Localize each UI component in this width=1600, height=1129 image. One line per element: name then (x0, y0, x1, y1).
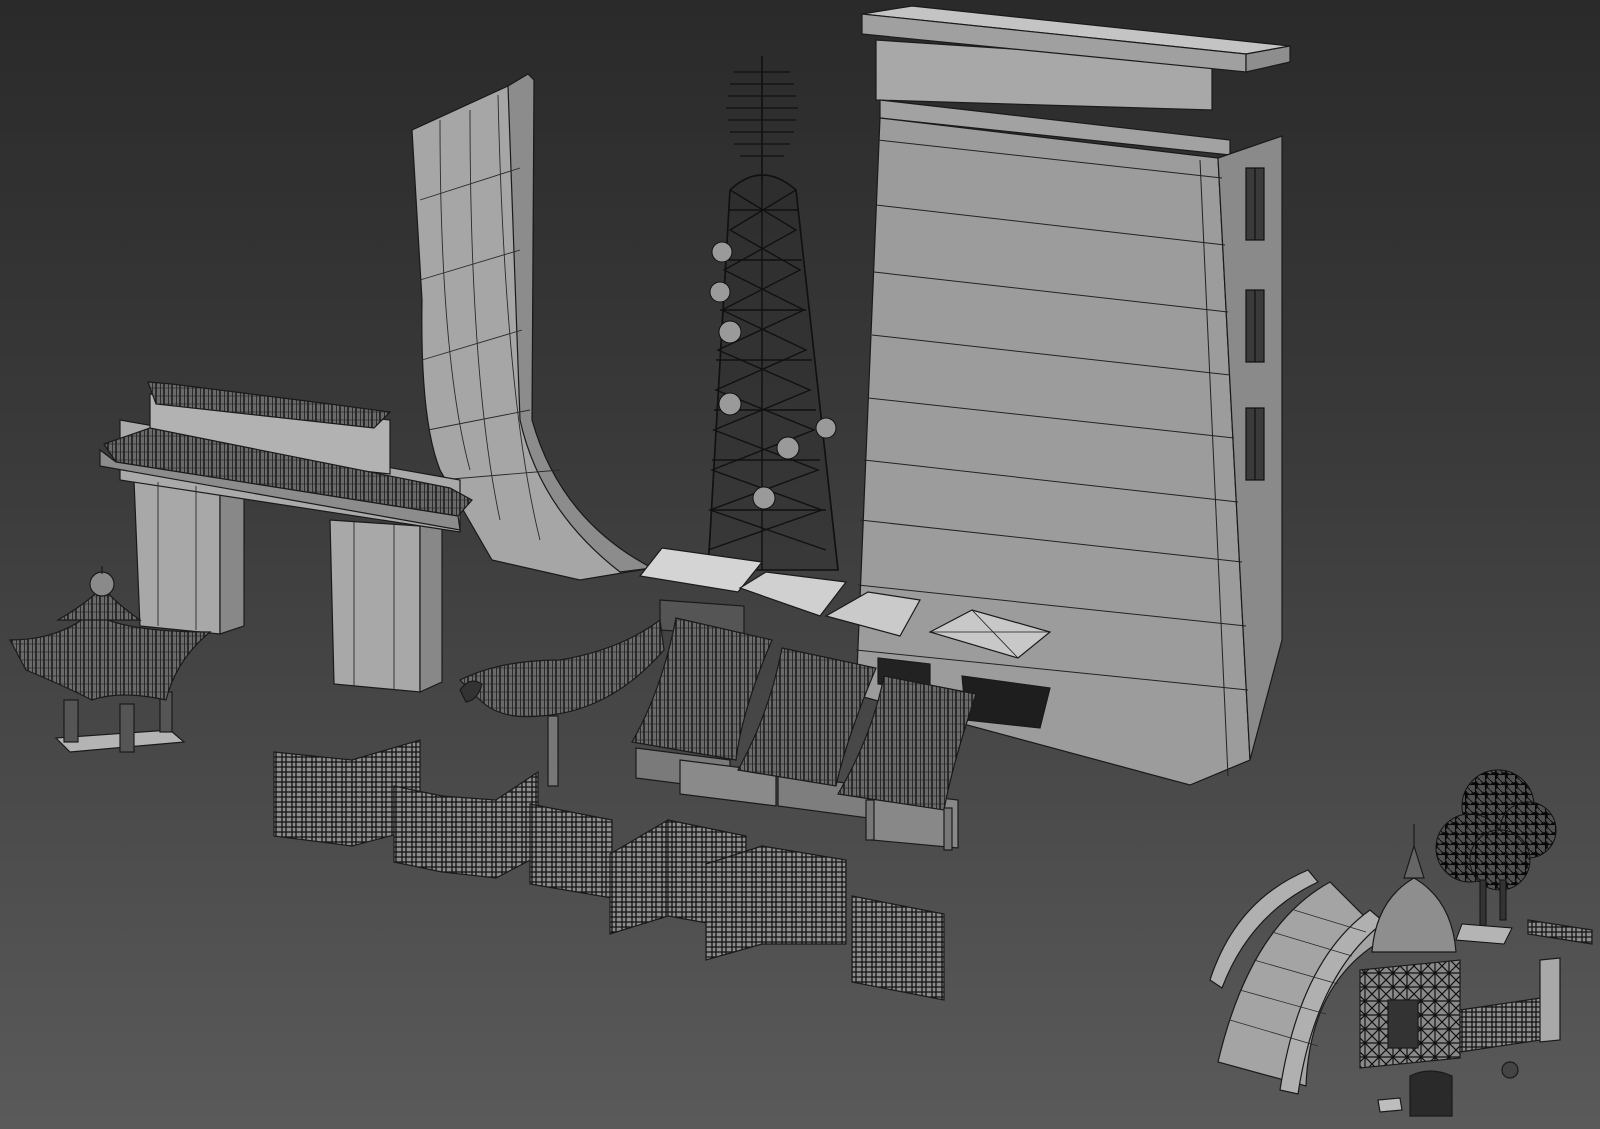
trees[interactable] (1435, 769, 1557, 945)
radio-antenna-tower[interactable] (707, 56, 839, 571)
scene-render (9, 5, 1593, 1117)
3d-viewport[interactable] (0, 0, 1600, 1129)
fence-segments[interactable] (273, 739, 945, 1001)
